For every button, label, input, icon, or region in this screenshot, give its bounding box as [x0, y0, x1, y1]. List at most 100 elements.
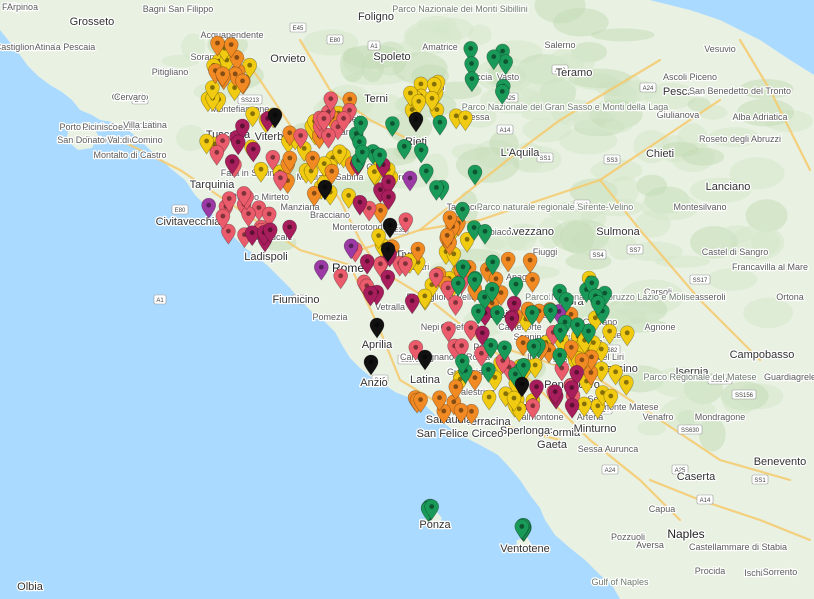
terrain-patch [720, 225, 754, 244]
terrain-patch [743, 297, 794, 329]
park-label: Parco Nazionale del Gran Sasso e Monti d… [462, 102, 669, 112]
terrain-patch [559, 220, 595, 255]
place-label: San Donato Val di Comino [57, 135, 162, 145]
place-label: Vesuvio [704, 44, 736, 54]
place-label: Venafro [642, 412, 673, 422]
svg-text:A1: A1 [370, 44, 378, 50]
city-label: Terni [364, 93, 388, 105]
place-label: Guardiagrele [764, 372, 814, 382]
city-label: Tarquinia [190, 179, 236, 191]
city-label: Foligno [358, 11, 394, 23]
city-label: Spoleto [373, 51, 410, 63]
city-label: Lanciano [706, 181, 751, 193]
city-label: Orvieto [270, 53, 305, 65]
svg-text:A14: A14 [500, 128, 511, 134]
city-label: Anzio [360, 377, 388, 389]
place-label: Alba Adriatica [732, 112, 787, 122]
road-shield: E80 [171, 204, 189, 215]
city-label: Gaeta [537, 439, 568, 451]
place-label: Ascoli Piceno [663, 72, 717, 82]
place-label: Fiuggi [533, 247, 558, 257]
road-shield: SS17 [689, 274, 711, 285]
road-shield: SS213 [237, 94, 263, 105]
road-shield: E45 [289, 22, 307, 33]
city-label: Grosseto [70, 16, 115, 28]
svg-text:SS7: SS7 [629, 248, 641, 254]
place-label: Castel di Sangro [702, 247, 769, 257]
city-label: Minturno [574, 423, 617, 435]
road-shield: SS3 [603, 154, 621, 165]
place-label: Amatrice [422, 42, 458, 52]
road-shield: SS1 [751, 474, 769, 485]
map[interactable]: E45 E80 A1 A12 A24 A25 A14 SS1 SS2 SS3 SS4 SS7 SS17 S… [0, 0, 814, 599]
place-label: Villa Latina [123, 120, 167, 130]
map-canvas[interactable]: E45E80A1A12A24A25A14SS1SS2SS3SS4SS7SS17S… [0, 0, 814, 599]
city-label: Civitavecchia [156, 216, 222, 228]
city-label: Ladispoli [244, 251, 287, 263]
city-label: Aprilia [362, 339, 393, 351]
place-label: Ortona [776, 292, 804, 302]
road-shield: A1 [367, 40, 381, 51]
svg-text:E80: E80 [330, 38, 341, 44]
svg-text:A24: A24 [605, 468, 616, 474]
place-label: Picinisco [82, 122, 118, 132]
place-label: Pitigliano [152, 67, 189, 77]
road-shield: E80 [326, 34, 344, 45]
svg-text:SS156: SS156 [735, 393, 754, 399]
place-label: Vetralla [375, 302, 405, 312]
road-shield: SS156 [731, 389, 757, 400]
city-label: Sperlonga [500, 425, 551, 437]
city-label: Teramo [556, 67, 593, 79]
place-label: Sorrento [763, 567, 798, 577]
place-label: Francavilla al Mare [732, 262, 808, 272]
city-label: Benevento [754, 456, 807, 468]
svg-text:SS3: SS3 [606, 158, 618, 164]
road-shield: A24 [601, 464, 619, 475]
city-label: Olbia [17, 581, 44, 593]
svg-text:E80: E80 [175, 208, 186, 214]
svg-text:SS17: SS17 [693, 278, 708, 284]
place-label: Arpino [7, 2, 33, 12]
city-label: Fiumicino [272, 294, 319, 306]
city-label: San Felice Circeo [417, 428, 504, 440]
park-label: Parco Nazionale dei Monti Sibillini [392, 4, 528, 14]
city-label: Ponza [419, 519, 451, 531]
city-label: Avezzano [506, 226, 554, 238]
city-label: Sulmona [596, 226, 640, 238]
place-label: Pomezia [312, 312, 347, 322]
city-label: Campobasso [730, 349, 795, 361]
place-label: Capua [649, 504, 676, 514]
place-label: Montalto di Castro [93, 150, 166, 160]
road-shield: SS4 [589, 249, 607, 260]
place-label: Nepi [421, 322, 440, 332]
place-label: Cervaro [114, 92, 146, 102]
city-label: Caserta [677, 471, 716, 483]
road-shield: A14 [496, 124, 514, 135]
place-label: Castellammare di Stabia [689, 542, 787, 552]
city-label: Chieti [646, 148, 674, 160]
svg-text:A14: A14 [700, 498, 711, 504]
svg-text:E45: E45 [293, 26, 304, 32]
road-shield: A1 [153, 294, 167, 305]
place-label: San Benedetto del Tronto [689, 86, 791, 96]
place-label: Montesilvano [673, 202, 726, 212]
place-label: Atina [35, 42, 56, 52]
road-shield: A14 [696, 494, 714, 505]
place-label: Bagni San Filippo [143, 4, 214, 14]
svg-text:SS4: SS4 [592, 253, 604, 259]
road-shield: SS7 [626, 244, 644, 255]
place-label: Roseto degli Abruzzi [699, 134, 781, 144]
park-label: Gulf of Naples [591, 577, 649, 587]
place-label: Bracciano [310, 210, 350, 220]
road-shield: A24 [639, 82, 657, 93]
place-label: Sessa Aurunca [578, 444, 639, 454]
park-label: Parco Regionale del Matese [643, 372, 756, 382]
place-label: Procida [695, 566, 726, 576]
svg-text:SS630: SS630 [681, 428, 700, 434]
park-label: Parco naturale regionale Sirente-Velino [477, 202, 634, 212]
terrain-patch [603, 120, 632, 133]
svg-text:A24: A24 [643, 86, 654, 92]
place-label: Agnone [644, 322, 675, 332]
city-label: Naples [667, 527, 704, 541]
place-label: Pozzuoli [611, 532, 645, 542]
